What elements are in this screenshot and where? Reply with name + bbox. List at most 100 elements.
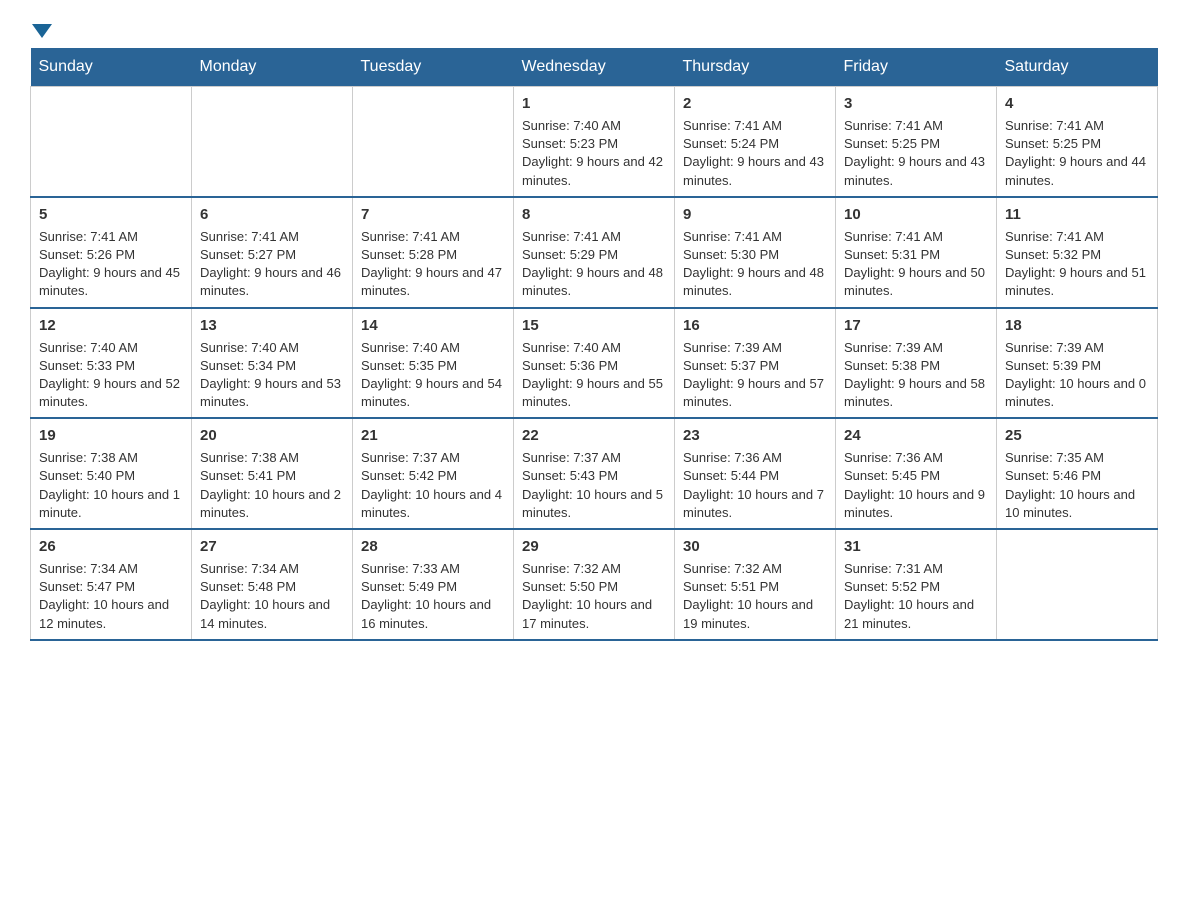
sunset-text: Sunset: 5:44 PM xyxy=(683,468,779,483)
day-number: 16 xyxy=(683,315,827,336)
calendar-day-cell: 31Sunrise: 7:31 AMSunset: 5:52 PMDayligh… xyxy=(836,529,997,640)
calendar-day-cell: 23Sunrise: 7:36 AMSunset: 5:44 PMDayligh… xyxy=(675,418,836,529)
day-number: 24 xyxy=(844,425,988,446)
day-number: 12 xyxy=(39,315,183,336)
calendar-day-cell: 8Sunrise: 7:41 AMSunset: 5:29 PMDaylight… xyxy=(514,197,675,308)
daylight-text: Daylight: 9 hours and 42 minutes. xyxy=(522,154,663,187)
daylight-text: Daylight: 9 hours and 44 minutes. xyxy=(1005,154,1146,187)
calendar-day-cell: 16 Sunrise: 7:39 AM Sunset: 5:37 PM Dayligh… xyxy=(675,308,836,419)
calendar-day-cell: 10Sunrise: 7:41 AMSunset: 5:31 PMDayligh… xyxy=(836,197,997,308)
sunset-text: Sunset: 5:25 PM xyxy=(844,136,940,151)
daylight-text: Daylight: 10 hours and 17 minutes. xyxy=(522,597,652,630)
day-number: 29 xyxy=(522,536,666,557)
daylight-text: Daylight: 10 hours and 19 minutes. xyxy=(683,597,813,630)
daylight-text: Daylight: 10 hours and 0 minutes. xyxy=(1005,376,1146,409)
day-number: 13 xyxy=(200,315,344,336)
sunset-text: Sunset: 5:35 PM xyxy=(361,358,457,373)
daylight-text: Daylight: 9 hours and 51 minutes. xyxy=(1005,265,1146,298)
day-number: 17 xyxy=(844,315,988,336)
sunrise-text: Sunrise: 7:37 AM xyxy=(522,450,621,465)
day-of-week-header: Wednesday xyxy=(514,48,675,87)
daylight-text: Daylight: 10 hours and 2 minutes. xyxy=(200,487,341,520)
calendar-week-row: 12 Sunrise: 7:40 AM Sunset: 5:33 PM Dayligh… xyxy=(31,308,1158,419)
sunset-text: Sunset: 5:28 PM xyxy=(361,247,457,262)
daylight-text: Daylight: 9 hours and 57 minutes. xyxy=(683,376,824,409)
day-number: 5 xyxy=(39,204,183,225)
daylight-text: Daylight: 9 hours and 43 minutes. xyxy=(844,154,985,187)
sunrise-text: Sunrise: 7:38 AM xyxy=(200,450,299,465)
sunset-text: Sunset: 5:27 PM xyxy=(200,247,296,262)
sunset-text: Sunset: 5:37 PM xyxy=(683,358,779,373)
calendar-week-row: 19Sunrise: 7:38 AMSunset: 5:40 PMDayligh… xyxy=(31,418,1158,529)
calendar-day-cell: 19Sunrise: 7:38 AMSunset: 5:40 PMDayligh… xyxy=(31,418,192,529)
daylight-text: Daylight: 10 hours and 9 minutes. xyxy=(844,487,985,520)
sunrise-text: Sunrise: 7:31 AM xyxy=(844,561,943,576)
day-number: 26 xyxy=(39,536,183,557)
day-number: 28 xyxy=(361,536,505,557)
day-number: 4 xyxy=(1005,93,1149,114)
sunrise-text: Sunrise: 7:41 AM xyxy=(200,229,299,244)
daylight-text: Daylight: 9 hours and 58 minutes. xyxy=(844,376,985,409)
sunset-text: Sunset: 5:31 PM xyxy=(844,247,940,262)
sunset-text: Sunset: 5:52 PM xyxy=(844,579,940,594)
sunset-text: Sunset: 5:47 PM xyxy=(39,579,135,594)
sunrise-text: Sunrise: 7:41 AM xyxy=(844,118,943,133)
sunset-text: Sunset: 5:38 PM xyxy=(844,358,940,373)
daylight-text: Daylight: 10 hours and 1 minute. xyxy=(39,487,180,520)
day-number: 1 xyxy=(522,93,666,114)
daylight-text: Daylight: 9 hours and 55 minutes. xyxy=(522,376,663,409)
day-of-week-header: Saturday xyxy=(997,48,1158,87)
sunset-text: Sunset: 5:39 PM xyxy=(1005,358,1101,373)
calendar-day-cell: 24 Sunrise: 7:36 AM Sunset: 5:45 PM Dayligh… xyxy=(836,418,997,529)
calendar-day-cell: 7Sunrise: 7:41 AMSunset: 5:28 PMDaylight… xyxy=(353,197,514,308)
day-number: 15 xyxy=(522,315,666,336)
day-number: 7 xyxy=(361,204,505,225)
daylight-text: Daylight: 10 hours and 4 minutes. xyxy=(361,487,502,520)
sunrise-text: Sunrise: 7:38 AM xyxy=(39,450,138,465)
calendar-day-cell: 5Sunrise: 7:41 AMSunset: 5:26 PMDaylight… xyxy=(31,197,192,308)
day-of-week-header: Tuesday xyxy=(353,48,514,87)
day-number: 2 xyxy=(683,93,827,114)
calendar-day-cell: 13Sunrise: 7:40 AMSunset: 5:34 PMDayligh… xyxy=(192,308,353,419)
sunset-text: Sunset: 5:45 PM xyxy=(844,468,940,483)
day-number: 19 xyxy=(39,425,183,446)
sunset-text: Sunset: 5:34 PM xyxy=(200,358,296,373)
sunrise-text: Sunrise: 7:41 AM xyxy=(683,229,782,244)
calendar-day-cell: 29Sunrise: 7:32 AMSunset: 5:50 PMDayligh… xyxy=(514,529,675,640)
sunset-text: Sunset: 5:50 PM xyxy=(522,579,618,594)
sunset-text: Sunset: 5:25 PM xyxy=(1005,136,1101,151)
logo xyxy=(30,20,52,38)
daylight-text: Daylight: 9 hours and 45 minutes. xyxy=(39,265,180,298)
sunset-text: Sunset: 5:24 PM xyxy=(683,136,779,151)
day-number: 20 xyxy=(200,425,344,446)
page-header xyxy=(30,20,1158,38)
daylight-text: Daylight: 9 hours and 48 minutes. xyxy=(522,265,663,298)
day-of-week-header: Friday xyxy=(836,48,997,87)
sunrise-text: Sunrise: 7:39 AM xyxy=(683,340,782,355)
sunset-text: Sunset: 5:23 PM xyxy=(522,136,618,151)
sunrise-text: Sunrise: 7:36 AM xyxy=(844,450,943,465)
calendar-day-cell: 30Sunrise: 7:32 AMSunset: 5:51 PMDayligh… xyxy=(675,529,836,640)
daylight-text: Daylight: 10 hours and 12 minutes. xyxy=(39,597,169,630)
calendar-week-row: 1Sunrise: 7:40 AMSunset: 5:23 PMDaylight… xyxy=(31,87,1158,197)
calendar-day-cell: 27Sunrise: 7:34 AMSunset: 5:48 PMDayligh… xyxy=(192,529,353,640)
logo-arrow-icon xyxy=(32,24,52,38)
sunrise-text: Sunrise: 7:40 AM xyxy=(200,340,299,355)
day-number: 10 xyxy=(844,204,988,225)
sunset-text: Sunset: 5:48 PM xyxy=(200,579,296,594)
calendar-week-row: 26Sunrise: 7:34 AMSunset: 5:47 PMDayligh… xyxy=(31,529,1158,640)
sunset-text: Sunset: 5:51 PM xyxy=(683,579,779,594)
sunset-text: Sunset: 5:42 PM xyxy=(361,468,457,483)
calendar-day-cell: 28Sunrise: 7:33 AMSunset: 5:49 PMDayligh… xyxy=(353,529,514,640)
daylight-text: Daylight: 9 hours and 54 minutes. xyxy=(361,376,502,409)
calendar-day-cell: 4Sunrise: 7:41 AMSunset: 5:25 PMDaylight… xyxy=(997,87,1158,197)
day-number: 8 xyxy=(522,204,666,225)
sunset-text: Sunset: 5:33 PM xyxy=(39,358,135,373)
sunrise-text: Sunrise: 7:39 AM xyxy=(1005,340,1104,355)
calendar-day-cell xyxy=(997,529,1158,640)
sunrise-text: Sunrise: 7:37 AM xyxy=(361,450,460,465)
sunset-text: Sunset: 5:41 PM xyxy=(200,468,296,483)
sunset-text: Sunset: 5:49 PM xyxy=(361,579,457,594)
day-number: 18 xyxy=(1005,315,1149,336)
sunrise-text: Sunrise: 7:41 AM xyxy=(361,229,460,244)
